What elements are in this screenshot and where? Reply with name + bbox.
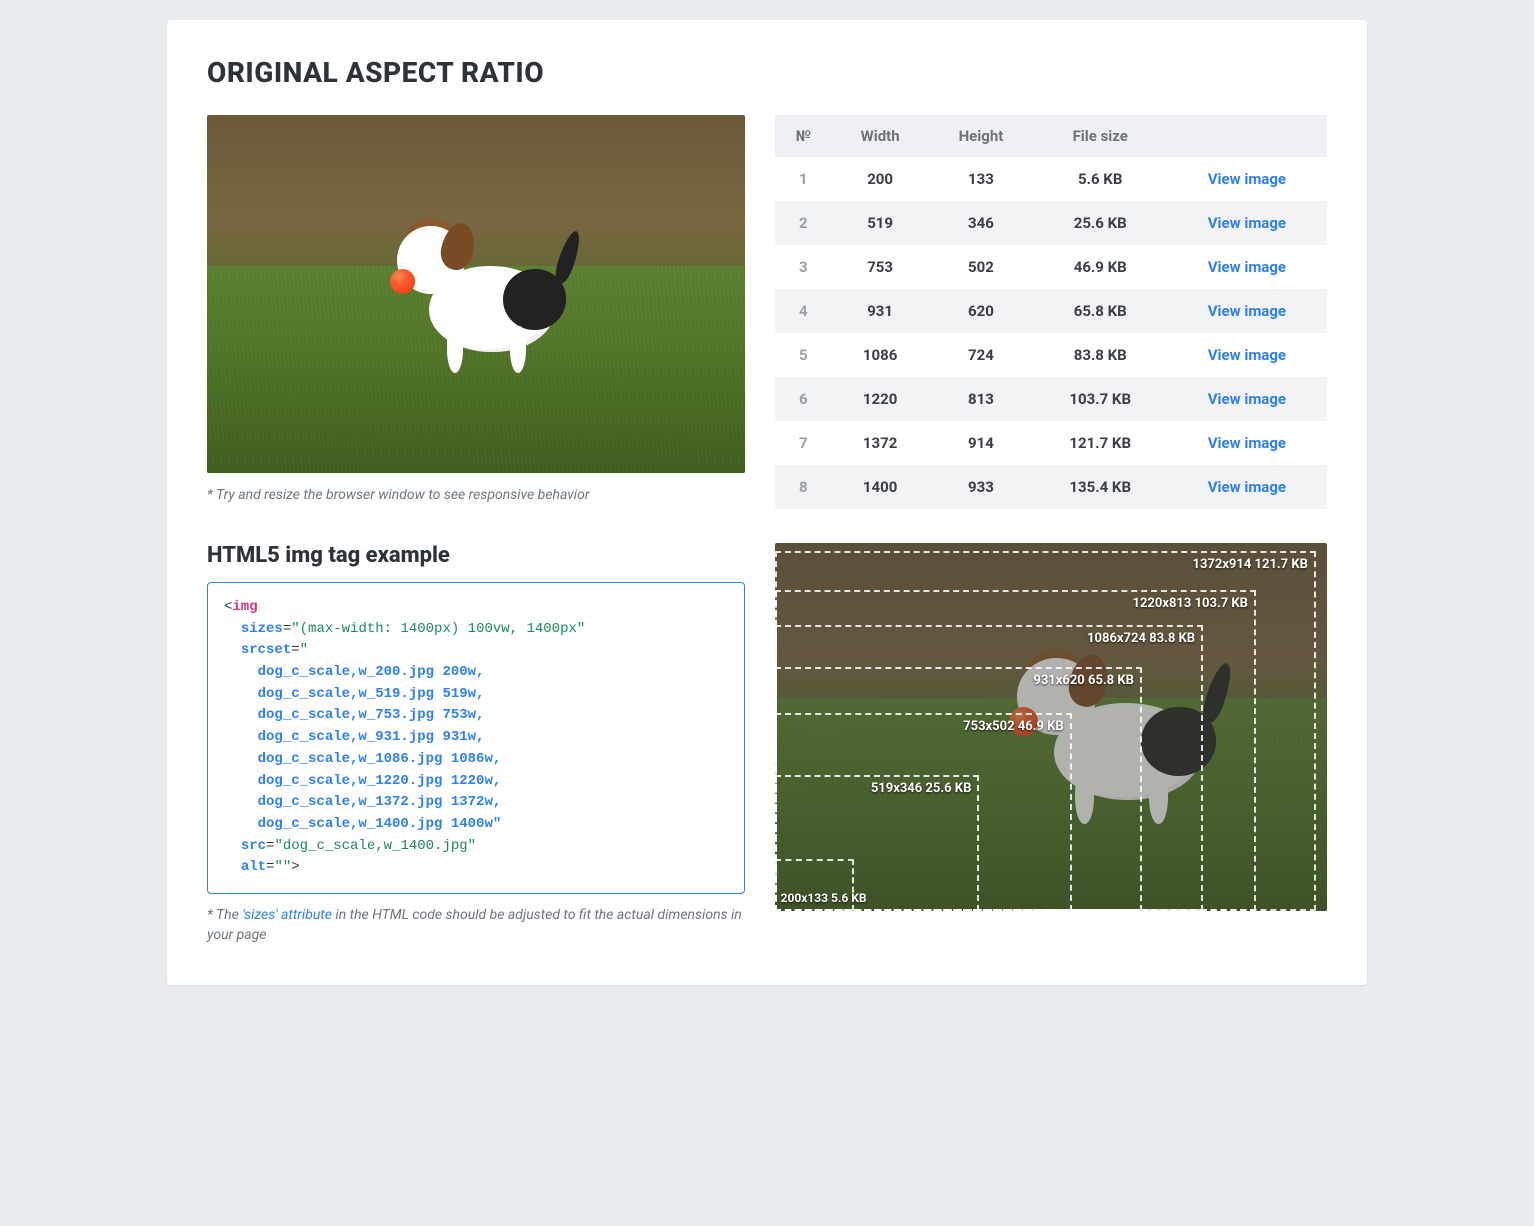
- view-image-link[interactable]: View image: [1208, 390, 1286, 408]
- cell-num: 6: [775, 377, 832, 421]
- cell-width: 1400: [832, 465, 928, 509]
- cell-action: View image: [1167, 157, 1327, 201]
- cell-width: 519: [832, 201, 928, 245]
- top-row: * Try and resize the browser window to s…: [207, 115, 1327, 509]
- cell-filesize: 83.8 KB: [1034, 333, 1167, 377]
- cell-width: 931: [832, 289, 928, 333]
- cell-filesize: 46.9 KB: [1034, 245, 1167, 289]
- view-image-link[interactable]: View image: [1208, 302, 1286, 320]
- col-action: [1167, 115, 1327, 157]
- cell-height: 914: [928, 421, 1033, 465]
- cell-height: 346: [928, 201, 1033, 245]
- table-row: 12001335.6 KB View image: [775, 157, 1327, 201]
- code-example[interactable]: <img sizes="(max-width: 1400px) 100vw, 1…: [207, 582, 745, 894]
- view-image-link[interactable]: View image: [1208, 434, 1286, 452]
- cell-filesize: 5.6 KB: [1034, 157, 1167, 201]
- cell-filesize: 121.7 KB: [1034, 421, 1167, 465]
- cell-height: 724: [928, 333, 1033, 377]
- col-width: Width: [832, 115, 928, 157]
- col-num: №: [775, 115, 832, 157]
- cell-action: View image: [1167, 289, 1327, 333]
- cell-filesize: 25.6 KB: [1034, 201, 1167, 245]
- table-row: 375350246.9 KB View image: [775, 245, 1327, 289]
- code-title: HTML5 img tag example: [207, 543, 745, 568]
- view-image-link[interactable]: View image: [1208, 258, 1286, 276]
- col-filesize: File size: [1034, 115, 1167, 157]
- cell-num: 5: [775, 333, 832, 377]
- view-image-link[interactable]: View image: [1208, 346, 1286, 364]
- result-card: ORIGINAL ASPECT RATIO * Try and resize t…: [167, 20, 1367, 985]
- cell-height: 813: [928, 377, 1033, 421]
- bottom-row: HTML5 img tag example <img sizes="(max-w…: [207, 543, 1327, 945]
- size-visualization: 1372x914 121.7 KB1220x813 103.7 KB1086x7…: [775, 543, 1327, 911]
- cell-filesize: 135.4 KB: [1034, 465, 1167, 509]
- col-height: Height: [928, 115, 1033, 157]
- view-image-link[interactable]: View image: [1208, 214, 1286, 232]
- cell-filesize: 103.7 KB: [1034, 377, 1167, 421]
- cell-width: 1372: [832, 421, 928, 465]
- code-column: HTML5 img tag example <img sizes="(max-w…: [207, 543, 745, 945]
- table-row: 71372914121.7 KB View image: [775, 421, 1327, 465]
- cell-action: View image: [1167, 465, 1327, 509]
- cell-num: 1: [775, 157, 832, 201]
- table-row: 61220813103.7 KB View image: [775, 377, 1327, 421]
- cell-width: 200: [832, 157, 928, 201]
- preview-image: [207, 115, 745, 473]
- cell-action: View image: [1167, 245, 1327, 289]
- sizes-table: № Width Height File size 12001335.6 KB Vi…: [775, 115, 1327, 509]
- view-image-link[interactable]: View image: [1208, 170, 1286, 188]
- viz-column: 1372x914 121.7 KB1220x813 103.7 KB1086x7…: [775, 543, 1327, 911]
- cell-action: View image: [1167, 333, 1327, 377]
- table-row: 493162065.8 KB View image: [775, 289, 1327, 333]
- cell-filesize: 65.8 KB: [1034, 289, 1167, 333]
- cell-height: 933: [928, 465, 1033, 509]
- cell-height: 620: [928, 289, 1033, 333]
- preview-hint: * Try and resize the browser window to s…: [207, 487, 745, 503]
- code-footnote: * The 'sizes' attribute in the HTML code…: [207, 906, 745, 945]
- cell-num: 4: [775, 289, 832, 333]
- table-row: 81400933135.4 KB View image: [775, 465, 1327, 509]
- table-row: 251934625.6 KB View image: [775, 201, 1327, 245]
- cell-width: 1086: [832, 333, 928, 377]
- cell-action: View image: [1167, 377, 1327, 421]
- preview-column: * Try and resize the browser window to s…: [207, 115, 745, 503]
- cell-num: 3: [775, 245, 832, 289]
- table-column: № Width Height File size 12001335.6 KB Vi…: [775, 115, 1327, 509]
- cell-num: 2: [775, 201, 832, 245]
- view-image-link[interactable]: View image: [1208, 478, 1286, 496]
- table-row: 5108672483.8 KB View image: [775, 333, 1327, 377]
- cell-height: 502: [928, 245, 1033, 289]
- section-title: ORIGINAL ASPECT RATIO: [207, 56, 1327, 89]
- cell-num: 7: [775, 421, 832, 465]
- cell-width: 753: [832, 245, 928, 289]
- footnote-prefix: * The: [207, 907, 242, 923]
- cell-action: View image: [1167, 421, 1327, 465]
- cell-height: 133: [928, 157, 1033, 201]
- cell-width: 1220: [832, 377, 928, 421]
- cell-action: View image: [1167, 201, 1327, 245]
- sizes-attr-link[interactable]: 'sizes' attribute: [242, 907, 332, 923]
- cell-num: 8: [775, 465, 832, 509]
